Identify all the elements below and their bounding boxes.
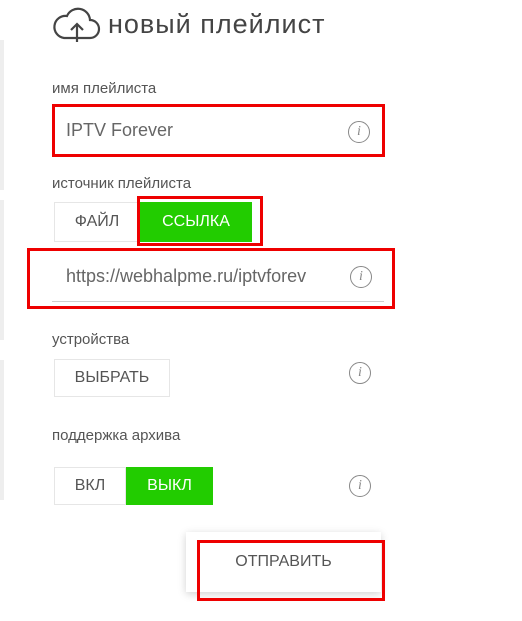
archive-off-button[interactable]: ВЫКЛ — [126, 467, 213, 505]
devices-info-icon[interactable]: i — [349, 362, 371, 384]
playlist-source-label: источник плейлиста — [52, 175, 192, 192]
highlight-box — [52, 104, 385, 157]
source-file-button[interactable]: ФАЙЛ — [54, 202, 140, 242]
archive-support-label: поддержка архива — [52, 427, 181, 444]
archive-on-button[interactable]: ВКЛ — [54, 467, 126, 505]
highlight-box — [27, 248, 395, 309]
left-panel-edge — [0, 360, 4, 500]
devices-label: устройства — [52, 331, 130, 348]
page-title: новый плейлист — [108, 8, 326, 39]
playlist-name-label: имя плейлиста — [52, 80, 157, 97]
form-header: новый плейлист — [52, 4, 325, 44]
cloud-upload-icon — [53, 7, 101, 42]
archive-info-icon[interactable]: i — [349, 475, 371, 497]
left-panel-edge — [0, 40, 4, 190]
left-panel-edge — [0, 200, 4, 340]
select-devices-button[interactable]: ВЫБРАТЬ — [54, 359, 170, 397]
highlight-box — [197, 540, 385, 601]
highlight-box — [137, 196, 263, 246]
